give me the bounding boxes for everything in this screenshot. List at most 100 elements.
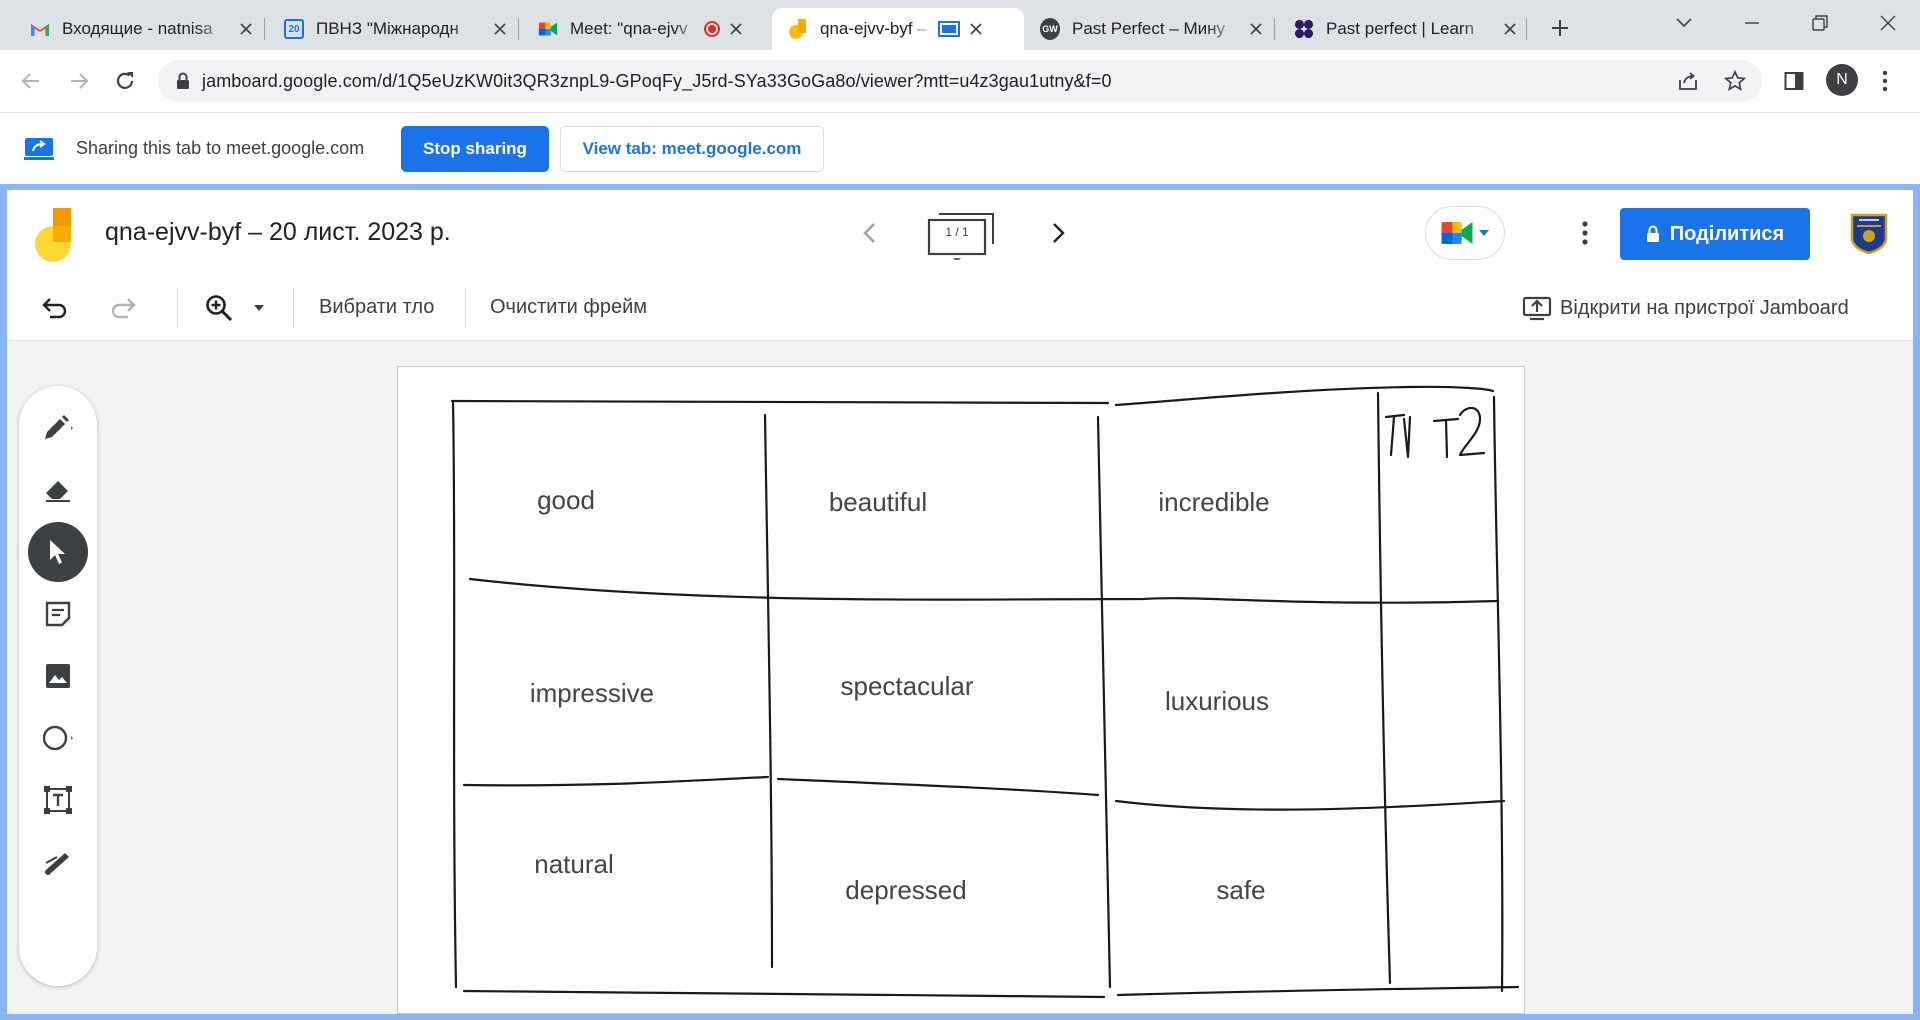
tab-gw[interactable]: GW Past Perfect – Мину bbox=[1024, 8, 1278, 50]
share-page-icon[interactable] bbox=[1676, 69, 1700, 93]
tab-title: ПВНЗ "Міжнародн bbox=[316, 19, 459, 38]
shared-tab-highlight: qna-ejvv-byf – 20 лист. 2023 р. 1 / 1 По… bbox=[0, 184, 1920, 1020]
close-tab-icon[interactable] bbox=[236, 19, 256, 39]
open-on-jamboard-label: Відкрити на пристрої Jamboard bbox=[1560, 296, 1849, 319]
forward-button[interactable] bbox=[62, 64, 96, 98]
eraser-icon bbox=[46, 481, 70, 502]
minimize-button[interactable] bbox=[1732, 8, 1772, 38]
lock-icon bbox=[177, 72, 189, 89]
tab-separator bbox=[1526, 18, 1527, 40]
tab-learnenglish[interactable]: Past perfect | Learn bbox=[1278, 8, 1532, 50]
text-box-icon bbox=[44, 786, 72, 814]
caret-down-icon bbox=[254, 305, 264, 311]
image-icon bbox=[46, 664, 70, 688]
bookmark-star-icon[interactable] bbox=[1723, 69, 1747, 93]
reload-button[interactable] bbox=[108, 64, 142, 98]
tab-title: qna-ejvv-byf – bbox=[820, 19, 927, 38]
text-box-tool[interactable] bbox=[28, 770, 88, 830]
stop-sharing-button[interactable]: Stop sharing bbox=[401, 126, 549, 172]
tab-title: Входящие - natnisa bbox=[62, 19, 213, 38]
tab-search-button[interactable] bbox=[1664, 8, 1704, 38]
whiteboard-canvas[interactable]: good beautiful incredible impressive spe… bbox=[397, 366, 1525, 1014]
handwritten-t2-t bbox=[1432, 417, 1460, 459]
laser-icon bbox=[45, 853, 69, 875]
tab-gmail[interactable]: Входящие - natnisa bbox=[14, 8, 268, 50]
profile-avatar[interactable]: N bbox=[1826, 64, 1858, 96]
word-cell[interactable]: impressive bbox=[530, 678, 654, 709]
word-cell[interactable]: incredible bbox=[1158, 487, 1269, 518]
side-panel-button[interactable] bbox=[1777, 64, 1811, 98]
close-tab-icon[interactable] bbox=[1500, 19, 1520, 39]
jamboard-toolbar: Вибрати тло Очистити фрейм Відкрити на п… bbox=[7, 276, 1913, 341]
restore-icon bbox=[1812, 15, 1828, 31]
pen-icon bbox=[45, 415, 73, 439]
eraser-tool[interactable] bbox=[28, 460, 88, 520]
more-options-button[interactable] bbox=[1569, 216, 1601, 250]
word-cell[interactable]: luxurious bbox=[1165, 686, 1269, 717]
new-tab-button[interactable] bbox=[1544, 12, 1576, 44]
close-tab-icon[interactable] bbox=[966, 19, 986, 39]
tab-sharing-infobar: Sharing this tab to meet.google.com Stop… bbox=[0, 112, 1920, 185]
undo-button[interactable] bbox=[37, 290, 73, 326]
zoom-in-icon bbox=[206, 295, 233, 322]
restore-button[interactable] bbox=[1800, 8, 1840, 38]
word-cell[interactable]: safe bbox=[1216, 875, 1265, 906]
close-tab-icon[interactable] bbox=[490, 19, 510, 39]
more-vert-icon bbox=[1882, 70, 1888, 92]
back-button[interactable] bbox=[14, 64, 48, 98]
address-bar[interactable]: jamboard.google.com/d/1Q5eUzKW0it3QR3znp… bbox=[158, 60, 1762, 102]
word-cell[interactable]: natural bbox=[534, 849, 614, 880]
word-cell[interactable]: good bbox=[537, 485, 595, 516]
calendar-icon: 20 bbox=[284, 19, 304, 39]
tab-separator bbox=[518, 18, 519, 40]
word-cell[interactable]: beautiful bbox=[829, 487, 927, 518]
tab-title: Past Perfect – Мину bbox=[1072, 19, 1226, 38]
close-window-button[interactable] bbox=[1868, 8, 1908, 38]
close-tab-icon[interactable] bbox=[1246, 19, 1266, 39]
share-label: Поділитися bbox=[1669, 222, 1785, 245]
pen-tool[interactable] bbox=[28, 398, 88, 458]
chevron-down-icon bbox=[1676, 18, 1692, 28]
screen-share-icon bbox=[24, 137, 54, 166]
organization-logo-icon[interactable] bbox=[1849, 212, 1889, 255]
redo-button[interactable] bbox=[105, 290, 141, 326]
chevron-left-icon bbox=[863, 223, 875, 243]
meet-icon bbox=[538, 19, 558, 39]
sticky-note-tool[interactable] bbox=[28, 584, 88, 644]
sharing-message: Sharing this tab to meet.google.com bbox=[76, 138, 365, 158]
previous-frame-button[interactable] bbox=[855, 218, 883, 248]
browser-menu-button[interactable] bbox=[1868, 64, 1902, 98]
meet-icon bbox=[1441, 222, 1473, 244]
share-button[interactable]: Поділитися bbox=[1620, 208, 1810, 260]
frame-bar-toggle[interactable]: 1 / 1 bbox=[927, 213, 994, 260]
set-background-button[interactable]: Вибрати тло bbox=[319, 296, 434, 319]
url-text: jamboard.google.com/d/1Q5eUzKW0it3QR3znp… bbox=[202, 70, 1112, 91]
close-tab-icon[interactable] bbox=[726, 19, 746, 39]
grid-line-col2 bbox=[1096, 415, 1112, 989]
view-tab-button[interactable]: View tab: meet.google.com bbox=[560, 126, 824, 172]
laser-tool[interactable] bbox=[28, 832, 88, 892]
side-panel-icon bbox=[1784, 72, 1804, 90]
reload-icon bbox=[116, 72, 134, 89]
screen-share-icon bbox=[938, 21, 960, 37]
tab-jamboard[interactable]: qna-ejvv-byf – bbox=[772, 8, 1024, 50]
tab-meet[interactable]: Meet: "qna-ejvv bbox=[522, 8, 776, 50]
word-cell[interactable]: depressed bbox=[845, 875, 966, 906]
grid-line-row2 bbox=[462, 775, 1506, 811]
tab-separator bbox=[264, 18, 265, 40]
meet-button[interactable] bbox=[1425, 206, 1505, 260]
frame-counter-text: 1 / 1 bbox=[945, 225, 969, 239]
word-cell[interactable]: spectacular bbox=[841, 671, 974, 702]
next-frame-button[interactable] bbox=[1045, 218, 1073, 248]
clear-frame-button[interactable]: Очистити фрейм bbox=[490, 296, 647, 319]
select-tool[interactable] bbox=[28, 522, 88, 582]
image-tool[interactable] bbox=[28, 646, 88, 706]
tab-calendar[interactable]: 20 ПВНЗ "Міжнародн bbox=[268, 8, 522, 50]
zoom-button[interactable] bbox=[201, 290, 237, 326]
shape-tool[interactable] bbox=[28, 708, 88, 768]
zoom-dropdown-button[interactable] bbox=[247, 290, 271, 326]
jam-title[interactable]: qna-ejvv-byf – 20 лист. 2023 р. bbox=[105, 218, 451, 247]
toolbar-divider bbox=[465, 288, 466, 328]
tab-strip: Входящие - natnisa 20 ПВНЗ "Міжнародн Me… bbox=[0, 0, 1920, 50]
open-on-jamboard-button[interactable]: Відкрити на пристрої Jamboard bbox=[1522, 290, 1849, 326]
